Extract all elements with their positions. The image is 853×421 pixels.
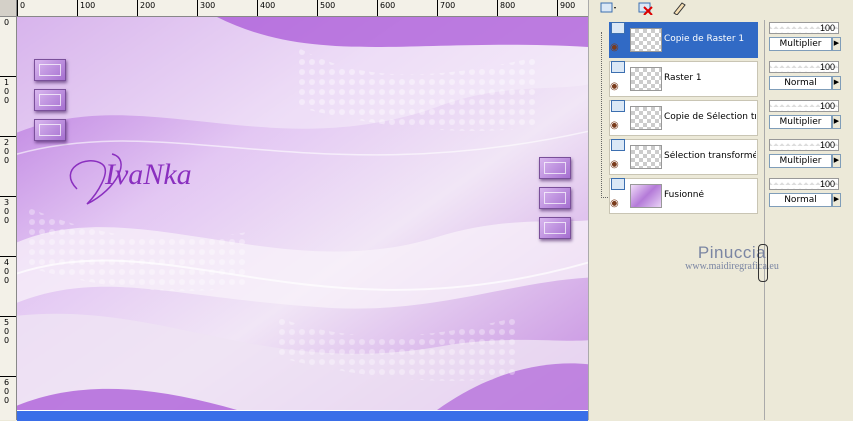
raster-layer-icon bbox=[611, 178, 625, 190]
layer-visibility[interactable]: ◉ bbox=[609, 61, 625, 95]
frame-thumbnail bbox=[34, 89, 66, 111]
layer-properties: 100 Multiplier ▶ bbox=[769, 22, 841, 56]
layer-row[interactable]: Copie de Sélection tran ◉ 100 Multiplier… bbox=[596, 98, 853, 136]
dropdown-arrow-icon[interactable]: ▶ bbox=[832, 154, 841, 168]
image-canvas[interactable]: IvaNka bbox=[17, 17, 588, 410]
ruler-label: 900 bbox=[560, 1, 576, 10]
dropdown-arrow-icon[interactable]: ▶ bbox=[832, 115, 841, 129]
raster-layer-icon bbox=[611, 61, 625, 73]
layers-toolbar bbox=[596, 0, 853, 18]
ruler-label: 0 bbox=[4, 18, 10, 27]
layer-thumbnail bbox=[630, 67, 662, 91]
frame-thumbnail bbox=[539, 187, 571, 209]
watermark-name: Pinuccia bbox=[697, 243, 767, 262]
layer-thumbnail bbox=[630, 184, 662, 208]
ruler-label: 600 bbox=[4, 378, 10, 405]
opacity-slider[interactable]: 100 bbox=[769, 139, 839, 151]
layer-visibility[interactable]: ◉ bbox=[609, 100, 625, 134]
layer-name: Sélection transformée bbox=[664, 151, 756, 161]
eye-icon[interactable]: ◉ bbox=[610, 42, 619, 53]
eye-icon[interactable]: ◉ bbox=[610, 198, 619, 209]
ruler-label: 200 bbox=[140, 1, 156, 10]
layer-row[interactable]: Fusionné ◉ 100 Normal ▶ bbox=[596, 176, 853, 214]
signature-logo: IvaNka bbox=[57, 149, 227, 219]
ruler-label: 100 bbox=[4, 78, 10, 105]
raster-layer-icon bbox=[611, 100, 625, 112]
ruler-corner bbox=[0, 0, 17, 17]
layer-name: Fusionné bbox=[664, 190, 705, 200]
blend-mode-select[interactable]: Multiplier bbox=[769, 37, 832, 51]
ruler-label: 700 bbox=[440, 1, 456, 10]
scroll-handle-icon[interactable] bbox=[758, 244, 768, 282]
layer-name: Raster 1 bbox=[664, 73, 702, 83]
opacity-slider[interactable]: 100 bbox=[769, 61, 839, 73]
layer-row[interactable]: Copie de Raster 1 ◉ 100 Multiplier ▶ bbox=[596, 20, 853, 58]
ruler-label: 500 bbox=[320, 1, 336, 10]
layer-properties: 100 Multiplier ▶ bbox=[769, 100, 841, 134]
layer-name-box[interactable]: Sélection transformée bbox=[609, 139, 758, 175]
eye-icon[interactable]: ◉ bbox=[610, 81, 619, 92]
layer-properties: 100 Normal ▶ bbox=[769, 61, 841, 95]
layer-thumbnail bbox=[630, 106, 662, 130]
layer-name: Copie de Raster 1 bbox=[664, 34, 745, 44]
layer-visibility[interactable]: ◉ bbox=[609, 178, 625, 212]
layer-visibility[interactable]: ◉ bbox=[609, 139, 625, 173]
layer-row[interactable]: Raster 1 ◉ 100 Normal ▶ bbox=[596, 59, 853, 97]
ruler-label: 200 bbox=[4, 138, 10, 165]
layer-name-box[interactable]: Copie de Sélection tran bbox=[609, 100, 758, 136]
edit-icon[interactable] bbox=[672, 1, 688, 16]
layer-name: Copie de Sélection tran bbox=[664, 112, 756, 122]
opacity-slider[interactable]: 100 bbox=[769, 100, 839, 112]
watermark: Pinuccia www.maidiregrafica.eu bbox=[657, 243, 807, 272]
watermark-url: www.maidiregrafica.eu bbox=[685, 261, 779, 272]
ruler-top: 0 100 200 300 400 500 600 700 800 900 bbox=[0, 0, 590, 17]
ruler-label: 300 bbox=[200, 1, 216, 10]
ruler-left: 0 100 200 300 400 500 600 bbox=[0, 16, 17, 420]
dropdown-arrow-icon[interactable]: ▶ bbox=[832, 76, 841, 90]
blend-mode-select[interactable]: Normal bbox=[769, 76, 832, 90]
ruler-label: 300 bbox=[4, 198, 10, 225]
blend-mode-select[interactable]: Multiplier bbox=[769, 154, 832, 168]
raster-layer-icon bbox=[611, 139, 625, 151]
eye-icon[interactable]: ◉ bbox=[610, 120, 619, 131]
dropdown-arrow-icon[interactable]: ▶ bbox=[832, 193, 841, 207]
layer-name-box[interactable]: Raster 1 bbox=[609, 61, 758, 97]
layer-visibility[interactable]: ◉ bbox=[609, 22, 625, 56]
new-layer-icon[interactable] bbox=[600, 1, 616, 15]
ruler-label: 400 bbox=[260, 1, 276, 10]
layer-thumbnail bbox=[630, 145, 662, 169]
frame-thumbnail bbox=[539, 157, 571, 179]
layer-name-box[interactable]: Copie de Raster 1 bbox=[609, 22, 758, 58]
ruler-label: 400 bbox=[4, 258, 10, 285]
ruler-label: 800 bbox=[500, 1, 516, 10]
frame-thumbnail bbox=[539, 217, 571, 239]
frame-thumbnail bbox=[34, 59, 66, 81]
raster-layer-icon bbox=[611, 22, 625, 34]
frame-thumbnail bbox=[34, 119, 66, 141]
layer-thumbnail bbox=[630, 28, 662, 52]
layer-properties: 100 Normal ▶ bbox=[769, 178, 841, 212]
layer-properties: 100 Multiplier ▶ bbox=[769, 139, 841, 173]
delete-layer-icon[interactable] bbox=[638, 1, 654, 16]
horizontal-scrollbar[interactable] bbox=[17, 410, 588, 421]
blend-mode-select[interactable]: Normal bbox=[769, 193, 832, 207]
layer-name-box[interactable]: Fusionné bbox=[609, 178, 758, 214]
eye-icon[interactable]: ◉ bbox=[610, 159, 619, 170]
opacity-slider[interactable]: 100 bbox=[769, 178, 839, 190]
ruler-label: 600 bbox=[380, 1, 396, 10]
svg-text:IvaNka: IvaNka bbox=[104, 158, 192, 191]
dropdown-arrow-icon[interactable]: ▶ bbox=[832, 37, 841, 51]
ruler-label: 100 bbox=[80, 1, 96, 10]
ruler-label: 0 bbox=[20, 1, 26, 10]
ruler-label: 500 bbox=[4, 318, 10, 345]
opacity-slider[interactable]: 100 bbox=[769, 22, 839, 34]
blend-mode-select[interactable]: Multiplier bbox=[769, 115, 832, 129]
layer-row[interactable]: Sélection transformée ◉ 100 Multiplier ▶ bbox=[596, 137, 853, 175]
